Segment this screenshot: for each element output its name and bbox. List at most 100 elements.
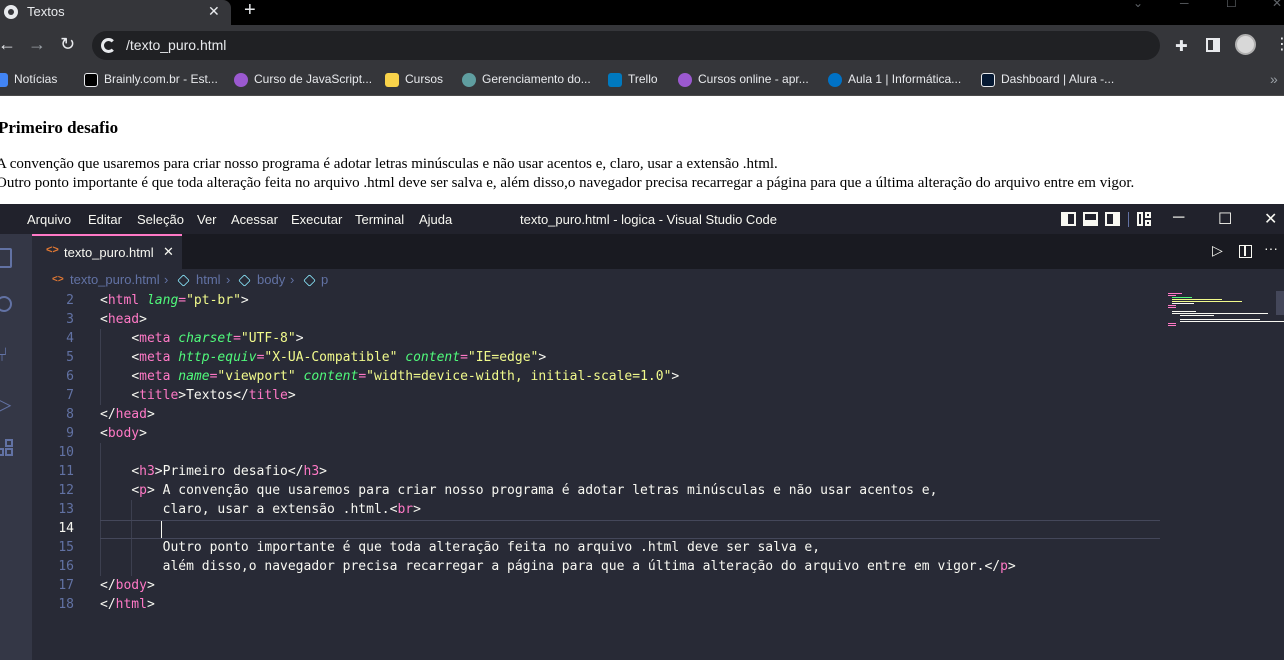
menu-arquivo[interactable]: Arquivo: [27, 212, 71, 227]
line-number: 8: [66, 407, 74, 422]
code-line: 4 <meta charset="UTF-8">: [32, 329, 1160, 348]
browser-tab[interactable]: Textos ✕: [0, 0, 231, 25]
address-bar[interactable]: /texto_puro.html: [92, 31, 1160, 60]
toggle-sidebar-icon[interactable]: [1061, 212, 1076, 226]
menu-acessar[interactable]: Acessar: [231, 212, 278, 227]
minimize-icon[interactable]: ─: [1180, 0, 1189, 10]
new-tab-button[interactable]: +: [244, 0, 256, 22]
toggle-secondary-sidebar-icon[interactable]: [1105, 212, 1120, 226]
line-number: 6: [66, 369, 74, 384]
line-number: 5: [66, 350, 74, 365]
code-token: <: [100, 293, 108, 308]
menu-selecao[interactable]: Seleção: [137, 212, 184, 227]
code-token: Outro ponto importante é que toda altera…: [162, 540, 821, 555]
code-token: p: [1000, 559, 1008, 574]
menu-terminal[interactable]: Terminal: [355, 212, 404, 227]
code-editor[interactable]: 2 <html lang="pt-br"> 3 <head> 4 <meta c…: [32, 291, 1284, 660]
reload-button[interactable]: ↻: [60, 34, 75, 55]
menu-executar[interactable]: Executar: [291, 212, 342, 227]
html-file-icon: <>: [46, 244, 59, 256]
page-heading: Primeiro desafio: [0, 118, 119, 137]
run-debug-icon[interactable]: ▷: [0, 392, 18, 416]
maximize-icon[interactable]: ☐: [1226, 0, 1237, 10]
editor-tab[interactable]: <> texto_puro.html ✕: [32, 234, 182, 269]
url-text[interactable]: /texto_puro.html: [126, 37, 226, 53]
extensions-icon[interactable]: [0, 439, 18, 462]
folder-icon: [385, 73, 399, 87]
code-token: A convenção que usaremos para criar noss…: [154, 483, 938, 498]
element-icon: [177, 274, 190, 287]
menu-ver[interactable]: Ver: [197, 212, 217, 227]
element-icon: [238, 274, 251, 287]
breadcrumb-item-html[interactable]: html: [196, 272, 221, 287]
code-token: h3: [303, 464, 320, 479]
code-token: content: [405, 350, 461, 365]
editor-scrollbar[interactable]: [1276, 291, 1284, 315]
breadcrumb-item-body[interactable]: body: [257, 272, 285, 287]
close-window-icon[interactable]: ✕: [1272, 0, 1282, 10]
divider: [1128, 212, 1129, 227]
code-token: claro, usar a extensão .html.: [162, 502, 390, 517]
code-line: 13 claro, usar a extensão .html.<br>: [32, 500, 1160, 519]
code-token: head: [107, 312, 140, 327]
code-token: meta: [139, 350, 171, 365]
menu-editar[interactable]: Editar: [88, 212, 122, 227]
side-panel-icon[interactable]: [1206, 38, 1220, 52]
more-actions-icon[interactable]: ···: [1264, 240, 1278, 256]
split-editor-icon[interactable]: [1239, 245, 1252, 258]
bookmarks-overflow-button[interactable]: »: [1270, 71, 1278, 87]
line-number: 3: [66, 312, 74, 327]
code-token: body: [115, 578, 147, 593]
chevron-right-icon: ›: [290, 272, 295, 287]
code-token: name: [178, 369, 210, 384]
code-token: >: [240, 293, 249, 308]
back-button[interactable]: ←: [0, 34, 16, 55]
minimap[interactable]: [1164, 291, 1284, 336]
line-number: 11: [58, 464, 74, 479]
html-file-icon: <>: [52, 274, 64, 285]
source-control-icon[interactable]: ⑂: [0, 344, 18, 366]
puzzle-icon[interactable]: ✚: [1175, 37, 1188, 55]
minimize-icon[interactable]: ─: [1173, 209, 1184, 227]
code-token: head: [115, 407, 147, 422]
breadcrumb-file[interactable]: texto_puro.html: [70, 272, 160, 287]
vscode-titlebar: Arquivo Editar Seleção Ver Acessar Execu…: [0, 204, 1284, 234]
course-icon: [234, 73, 248, 87]
search-icon[interactable]: [0, 296, 12, 312]
forward-button[interactable]: →: [28, 34, 46, 55]
tab-search-icon[interactable]: ⌄: [1133, 0, 1143, 10]
code-token: "viewport": [217, 369, 296, 384]
close-icon[interactable]: ✕: [1264, 209, 1277, 229]
code-token: meta: [139, 369, 171, 384]
code-line: 10: [32, 443, 1160, 462]
maximize-icon[interactable]: ☐: [1218, 209, 1232, 229]
editor-tabs-bar: <> texto_puro.html ✕ ▷ ···: [32, 234, 1284, 269]
menu-ajuda[interactable]: Ajuda: [419, 212, 452, 227]
explorer-icon[interactable]: [0, 248, 12, 268]
close-icon[interactable]: ✕: [163, 244, 174, 260]
code-token: body: [107, 426, 140, 441]
browser-menu-icon[interactable]: ⋮: [1274, 34, 1284, 54]
code-token: h3: [139, 464, 155, 479]
customize-layout-icon[interactable]: [1137, 212, 1151, 226]
vscode-window: Arquivo Editar Seleção Ver Acessar Execu…: [0, 204, 1284, 660]
code-line: 17 </body>: [32, 576, 1160, 595]
management-icon: [462, 73, 476, 87]
breadcrumb-item-p[interactable]: p: [321, 272, 328, 287]
code-line: 7 <title>Textos</title>: [32, 386, 1160, 405]
close-tab-icon[interactable]: ✕: [208, 3, 220, 20]
web-page-content: Primeiro desafio A convenção que usaremo…: [0, 96, 1284, 204]
code-line: 14: [32, 519, 1160, 538]
run-icon[interactable]: ▷: [1212, 242, 1223, 259]
code-token: content: [303, 369, 359, 384]
code-token: <: [100, 312, 108, 327]
code-token: "UTF-8": [240, 331, 296, 346]
toggle-panel-icon[interactable]: [1083, 212, 1098, 226]
code-line: 8 </head>: [32, 405, 1160, 424]
code-token: Textos: [186, 388, 234, 403]
avatar[interactable]: [1235, 34, 1256, 55]
dell-icon: [828, 73, 842, 87]
code-token: title: [139, 388, 179, 403]
page-paragraph-line: Outro ponto importante é que toda altera…: [0, 175, 1135, 191]
code-line: 3 <head>: [32, 310, 1160, 329]
